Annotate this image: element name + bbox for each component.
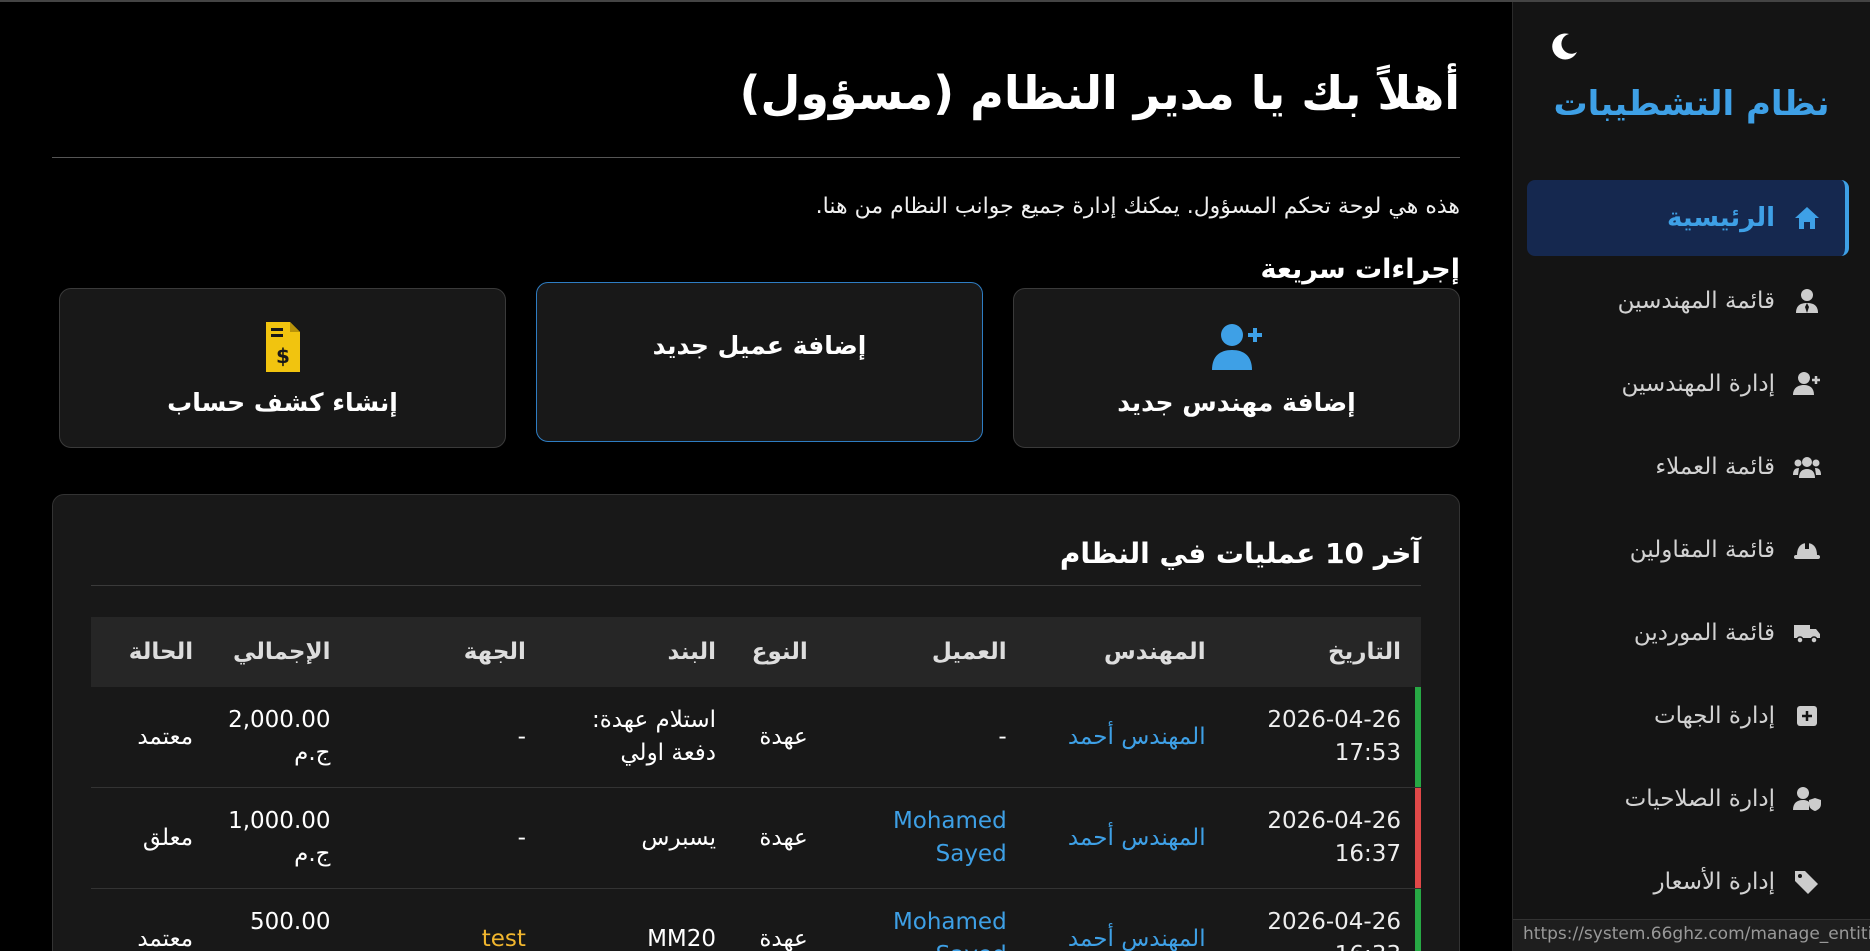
moon-icon[interactable]	[1549, 30, 1581, 62]
status-badge: معلق	[142, 824, 194, 851]
col-entity[interactable]: الجهة	[347, 636, 542, 669]
status-badge: معتمد	[137, 723, 194, 750]
home-icon	[1795, 207, 1819, 229]
title-divider	[52, 157, 1460, 158]
sidebar-item-label: قائمة المقاولين	[1629, 537, 1775, 563]
plus-square-icon	[1797, 706, 1817, 726]
table-row[interactable]: 2026-04-26 16:37 المهندس أحمد Mohamed Say…	[91, 788, 1421, 889]
panel-divider	[91, 585, 1421, 586]
add-client-label: إضافة عميل جديد	[652, 331, 867, 360]
client-link[interactable]: Mohamed Sayed	[824, 906, 1023, 951]
sidebar-item-manage-permissions[interactable]: إدارة الصلاحيات	[1527, 761, 1849, 837]
table-header: التاريخ المهندس العميل النوع البند الجهة…	[91, 617, 1421, 687]
col-status[interactable]: الحالة	[91, 636, 209, 669]
user-plus-icon	[1211, 323, 1262, 370]
create-statement-label: إنشاء كشف حساب	[167, 387, 398, 417]
cell-item: MM20	[647, 925, 717, 951]
sidebar-item-manage-entities[interactable]: إدارة الجهات	[1527, 678, 1849, 754]
add-client-button[interactable]: إضافة عميل جديد	[536, 282, 983, 442]
col-type[interactable]: النوع	[732, 636, 824, 669]
main-content: أهلاً بك يا مدير النظام (مسؤول) هذه هي ل…	[0, 2, 1512, 951]
invoice-dollar-icon: $	[265, 321, 300, 372]
sidebar-item-suppliers-list[interactable]: قائمة الموردين	[1527, 595, 1849, 671]
browser-status-url: https://system.66ghz.com/manage_entities…	[1513, 919, 1870, 951]
sidebar-item-label: إدارة الأسعار	[1653, 869, 1775, 895]
cell-type: عهدة	[759, 723, 808, 750]
cell-date: 2026-04-26 17:53	[1267, 707, 1401, 766]
user-shield-icon	[1793, 787, 1821, 811]
user-tie-icon	[1796, 289, 1818, 313]
col-total[interactable]: الإجمالي	[209, 636, 346, 669]
engineer-link[interactable]: المهندس أحمد	[1023, 822, 1222, 855]
sidebar-item-label: إدارة الصلاحيات	[1624, 786, 1775, 812]
cell-date: 2026-04-2616:33	[1267, 909, 1401, 951]
sidebar-item-label: قائمة الموردين	[1633, 620, 1775, 646]
cell-entity: test	[481, 925, 526, 951]
cell-type: عهدة	[759, 925, 808, 951]
svg-text:$: $	[276, 344, 290, 368]
users-icon	[1793, 457, 1821, 478]
sidebar-item-manage-engineers[interactable]: إدارة المهندسين	[1527, 346, 1849, 422]
cell-total: 2,000.00 ج.م	[228, 707, 331, 766]
table-row[interactable]: 2026-04-26 17:53 المهندس أحمد - عهدة استل…	[91, 687, 1421, 788]
cell-type: عهدة	[759, 824, 808, 851]
sidebar-item-home[interactable]: الرئيسية	[1527, 180, 1849, 256]
row-status-bar	[1415, 889, 1421, 951]
cell-item: استلام عهدة: دفعة اولي	[591, 707, 717, 766]
sidebar-nav: الرئيسية قائمة المهندسين إدارة المهندسين…	[1527, 180, 1849, 927]
tags-icon	[1795, 871, 1818, 894]
sidebar: نظام التشطيبات الرئيسية قائمة المهندسين …	[1512, 2, 1870, 951]
quick-actions: إضافة مهندس جديد إضافة عميل جديد $ إنشاء…	[52, 282, 1460, 450]
col-date[interactable]: التاريخ	[1222, 636, 1421, 669]
page-title: أهلاً بك يا مدير النظام (مسؤول)	[739, 66, 1460, 120]
page-subtitle: هذه هي لوحة تحكم المسؤول. يمكنك إدارة جم…	[815, 194, 1460, 219]
cell-entity: -	[517, 824, 526, 851]
client-link[interactable]: Mohamed Sayed	[824, 805, 1023, 871]
recent-operations-panel: آخر 10 عمليات في النظام التاريخ المهندس …	[52, 494, 1460, 951]
sidebar-item-clients-list[interactable]: قائمة العملاء	[1527, 429, 1849, 505]
sidebar-item-contractors-list[interactable]: قائمة المقاولين	[1527, 512, 1849, 588]
engineer-link[interactable]: المهندس أحمد	[1023, 923, 1222, 951]
cell-entity: -	[517, 723, 526, 750]
add-engineer-label: إضافة مهندس جديد	[1117, 387, 1356, 417]
sidebar-item-label: الرئيسية	[1666, 203, 1775, 233]
row-status-bar	[1415, 687, 1421, 787]
sidebar-item-manage-prices[interactable]: إدارة الأسعار	[1527, 844, 1849, 920]
table-row[interactable]: 2026-04-2616:33 المهندس أحمد Mohamed Say…	[91, 889, 1421, 951]
truck-icon	[1794, 625, 1820, 644]
cell-client: -	[998, 723, 1007, 750]
status-badge: معتمد	[137, 925, 194, 951]
sidebar-item-engineers-list[interactable]: قائمة المهندسين	[1527, 263, 1849, 339]
create-statement-button[interactable]: $ إنشاء كشف حساب	[59, 288, 506, 448]
col-engineer[interactable]: المهندس	[1023, 636, 1222, 669]
col-item[interactable]: البند	[542, 636, 732, 669]
col-client[interactable]: العميل	[824, 636, 1023, 669]
sidebar-item-label: إدارة الجهات	[1654, 703, 1775, 729]
engineer-link[interactable]: المهندس أحمد	[1023, 721, 1222, 754]
add-engineer-button[interactable]: إضافة مهندس جديد	[1013, 288, 1460, 448]
sidebar-item-label: إدارة المهندسين	[1621, 371, 1775, 397]
sidebar-item-label: قائمة العملاء	[1655, 454, 1775, 480]
recent-operations-title: آخر 10 عمليات في النظام	[1059, 537, 1421, 570]
recent-operations-table: التاريخ المهندس العميل النوع البند الجهة…	[91, 617, 1421, 951]
cell-item: يسبرس	[641, 824, 717, 851]
cell-date: 2026-04-26 16:37	[1267, 808, 1401, 867]
sidebar-item-label: قائمة المهندسين	[1617, 288, 1775, 314]
quick-actions-title: إجراءات سريعة	[1260, 254, 1460, 285]
cell-total: 1,000.00 ج.م	[228, 808, 331, 867]
brand-title[interactable]: نظام التشطيبات	[1513, 84, 1870, 124]
row-status-bar	[1415, 788, 1421, 888]
user-plus-icon	[1793, 372, 1820, 395]
cell-total: 500.00 ج.م	[250, 909, 331, 951]
hard-hat-icon	[1794, 541, 1820, 559]
